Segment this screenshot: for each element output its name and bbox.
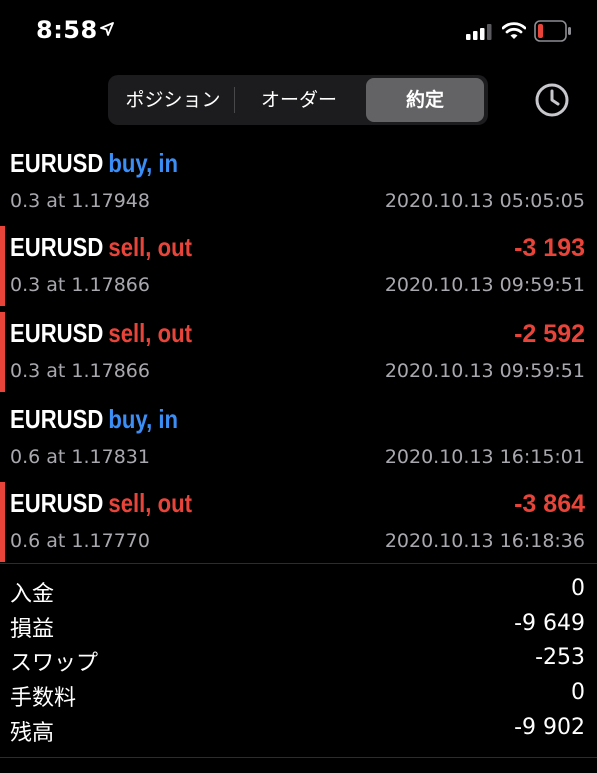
summary-row-profit: 損益 -9 649 <box>0 609 597 643</box>
deal-title: EURUSD sell, out <box>10 318 192 349</box>
deal-side: buy, in <box>108 404 179 434</box>
deal-row[interactable]: EURUSD sell, out -3 193 0.3 at 1.17866 20… <box>0 222 597 306</box>
deal-row[interactable]: EURUSD buy, in 0.3 at 1.17948 2020.10.13 … <box>0 138 597 222</box>
summary-label: 手数料 <box>10 686 77 711</box>
summary-value: 0 <box>571 576 585 601</box>
summary-label: スワップ <box>10 651 99 676</box>
tab-orders[interactable]: オーダー <box>238 75 360 125</box>
tab-positions[interactable]: ポジション <box>112 75 234 125</box>
deal-title: EURUSD sell, out <box>10 232 192 263</box>
deal-profit: -3 864 <box>514 490 585 518</box>
cellular-signal-icon <box>466 24 492 40</box>
summary-label: 損益 <box>10 617 55 642</box>
summary-label: 残高 <box>10 721 55 746</box>
deal-volume-price: 0.6 at 1.17831 <box>10 446 150 468</box>
deal-volume-price: 0.3 at 1.17948 <box>10 190 150 212</box>
deal-symbol: EURUSD <box>10 404 104 434</box>
deal-side: sell, out <box>108 232 192 262</box>
deal-title: EURUSD sell, out <box>10 488 192 519</box>
history-clock-icon[interactable] <box>534 82 570 118</box>
sell-indicator-bar <box>0 226 5 306</box>
deal-side: sell, out <box>108 318 192 348</box>
tab-divider <box>234 87 235 113</box>
summary-value: 0 <box>571 680 585 705</box>
tab-segmented-control: ポジション オーダー 約定 <box>108 75 488 125</box>
status-time: 8:58 <box>36 16 98 44</box>
deal-time: 2020.10.13 16:15:01 <box>384 446 585 468</box>
deal-volume-price: 0.6 at 1.17770 <box>10 530 150 552</box>
tab-deals[interactable]: 約定 <box>366 78 484 122</box>
deal-title: EURUSD buy, in <box>10 148 178 179</box>
summary-row-swap: スワップ -253 <box>0 643 597 677</box>
list-divider <box>0 563 597 564</box>
summary-divider <box>0 757 597 758</box>
summary-value: -9 649 <box>514 611 585 636</box>
deal-symbol: EURUSD <box>10 232 104 262</box>
deal-profit: -3 193 <box>514 234 585 262</box>
deal-row[interactable]: EURUSD buy, in 0.6 at 1.17831 2020.10.13 … <box>0 394 597 478</box>
deal-title: EURUSD buy, in <box>10 404 178 435</box>
summary-row-balance: 残高 -9 902 <box>0 713 597 747</box>
summary-value: -253 <box>535 645 585 670</box>
battery-low-icon <box>534 20 571 42</box>
status-bar: 8:58 <box>0 0 597 62</box>
deal-side: buy, in <box>108 148 179 178</box>
deal-symbol: EURUSD <box>10 488 104 518</box>
wifi-icon <box>502 22 526 39</box>
sell-indicator-bar <box>0 482 5 562</box>
deal-profit: -2 592 <box>514 320 585 348</box>
sell-indicator-bar <box>0 312 5 392</box>
deal-time: 2020.10.13 05:05:05 <box>384 190 585 212</box>
summary-value: -9 902 <box>514 715 585 740</box>
deal-symbol: EURUSD <box>10 148 104 178</box>
deal-side: sell, out <box>108 488 192 518</box>
deal-time: 2020.10.13 16:18:36 <box>384 530 585 552</box>
deal-volume-price: 0.3 at 1.17866 <box>10 274 150 296</box>
deal-row[interactable]: EURUSD sell, out -3 864 0.6 at 1.17770 20… <box>0 478 597 562</box>
deal-symbol: EURUSD <box>10 318 104 348</box>
deal-row[interactable]: EURUSD sell, out -2 592 0.3 at 1.17866 20… <box>0 308 597 392</box>
deal-time: 2020.10.13 09:59:51 <box>384 274 585 296</box>
summary-row-commission: 手数料 0 <box>0 678 597 712</box>
summary-label: 入金 <box>10 582 55 607</box>
location-arrow-icon <box>100 22 114 36</box>
deal-volume-price: 0.3 at 1.17866 <box>10 360 150 382</box>
summary-row-deposit: 入金 0 <box>0 574 597 608</box>
deal-time: 2020.10.13 09:59:51 <box>384 360 585 382</box>
